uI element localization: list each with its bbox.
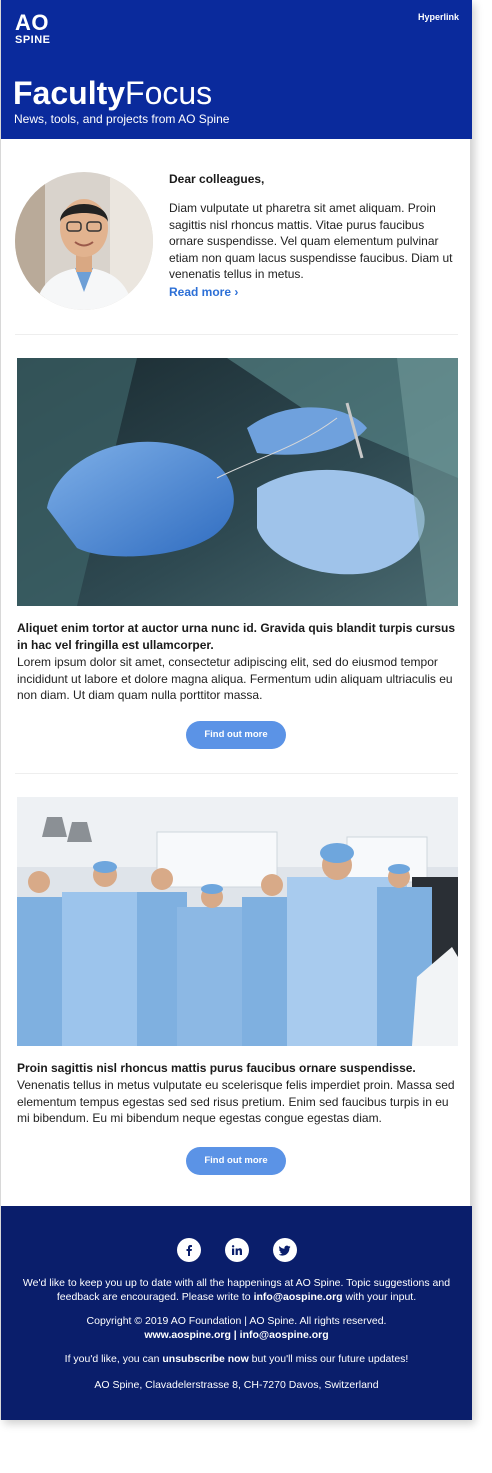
newsletter-subtitle: News, tools, and projects from AO Spine	[14, 112, 230, 126]
article-1-body: Lorem ipsum dolor sit amet, consectetur …	[17, 655, 453, 702]
footer-unsubscribe: If you'd like, you can unsubscribe now b…	[21, 1352, 452, 1366]
intro-text: Dear colleagues, Diam vulputate ut phare…	[169, 172, 457, 301]
surgery-gloves-image	[17, 358, 458, 606]
section-divider	[15, 773, 458, 774]
footer-updates-text: We'd like to keep you up to date with al…	[21, 1276, 452, 1304]
unsubscribe-link[interactable]: unsubscribe now	[162, 1353, 248, 1365]
read-more-link[interactable]: Read more ›	[169, 285, 238, 299]
find-out-more-button-1[interactable]: Find out more	[186, 721, 286, 749]
newsletter-title: FacultyFocus	[13, 77, 212, 109]
author-portrait	[15, 172, 153, 310]
article-2-body: Venenatis tellus in metus vulputate eu s…	[17, 1078, 455, 1125]
updates-email-link[interactable]: info@aospine.org	[254, 1291, 343, 1303]
twitter-icon[interactable]	[272, 1238, 297, 1262]
ao-spine-logo[interactable]: AO SPINE	[15, 12, 51, 46]
updates-end: with your input.	[342, 1291, 417, 1303]
surgeons-group-image	[17, 797, 458, 1046]
footer-copyright: Copyright © 2019 AO Foundation | AO Spin…	[21, 1314, 452, 1342]
article-2-title: Proin sagittis nisl rhoncus mattis purus…	[17, 1061, 416, 1075]
email-header: AO SPINE Hyperlink FacultyFocus News, to…	[1, 0, 472, 139]
website-link[interactable]: www.aospine.org	[144, 1329, 231, 1341]
intro-section: Dear colleagues, Diam vulputate ut phare…	[1, 160, 472, 320]
logo-spine-text: SPINE	[15, 34, 51, 46]
greeting: Dear colleagues,	[169, 172, 265, 186]
email-link[interactable]: info@aospine.org	[240, 1329, 329, 1341]
social-links	[1, 1238, 472, 1262]
intro-body: Diam vulputate ut pharetra sit amet aliq…	[169, 201, 453, 281]
logo-ao-text: AO	[15, 10, 49, 35]
linkedin-icon[interactable]	[224, 1238, 249, 1262]
email-footer: We'd like to keep you up to date with al…	[1, 1206, 472, 1420]
article-1-title: Aliquet enim tortor at auctor urna nunc …	[17, 621, 456, 652]
contact-separator: |	[230, 1329, 240, 1341]
hyperlink[interactable]: Hyperlink	[418, 12, 459, 22]
unsubscribe-pre: If you'd like, you can	[64, 1353, 163, 1365]
title-focus: Focus	[125, 75, 213, 111]
unsubscribe-post: but you'll miss our future updates!	[248, 1353, 409, 1365]
facebook-icon[interactable]	[176, 1238, 201, 1262]
title-faculty: Faculty	[13, 75, 126, 111]
section-divider	[15, 334, 458, 335]
email-container: AO SPINE Hyperlink FacultyFocus News, to…	[0, 0, 472, 1420]
copyright-text: Copyright © 2019 AO Foundation | AO Spin…	[86, 1315, 387, 1327]
footer-address: AO Spine, Clavadelerstrasse 8, CH-7270 D…	[94, 1379, 379, 1391]
find-out-more-button-2[interactable]: Find out more	[186, 1147, 286, 1175]
